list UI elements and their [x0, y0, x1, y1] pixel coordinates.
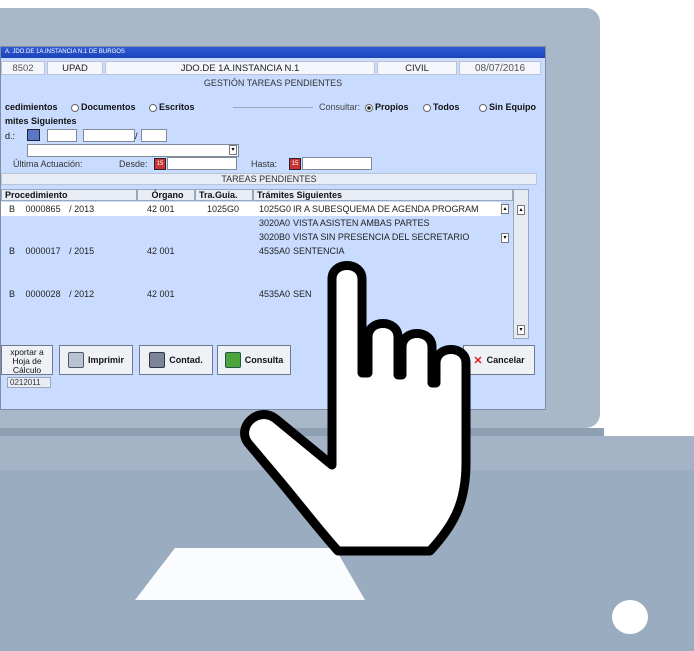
id-label: d.: — [5, 131, 16, 141]
contad-button[interactable]: Contad. — [139, 345, 213, 375]
option-sin-equipo[interactable]: Sin Equipo — [479, 102, 536, 112]
print-button[interactable]: Imprimir — [59, 345, 133, 375]
row-num: 0000017 — [25, 246, 61, 256]
printer-icon — [67, 352, 84, 368]
radio-sin-equipo[interactable] — [479, 103, 487, 112]
row-organo: 42 001 — [147, 204, 175, 214]
search-icon[interactable] — [27, 129, 40, 141]
power-button[interactable] — [612, 600, 648, 634]
divider-line — [233, 107, 313, 108]
tramite-code: 1025G0 — [259, 204, 292, 214]
row-year: / 2012 — [69, 289, 95, 299]
tramites-label: mites Siguientes — [5, 116, 77, 126]
tramite-code: 3020A0 — [259, 218, 291, 228]
row-scroll-up[interactable]: ▴ — [501, 204, 509, 214]
scroll-down-arrow[interactable]: ▾ — [517, 325, 525, 335]
tab-procedimientos-label: cedimientos — [5, 102, 58, 112]
col-tra-guia[interactable]: Tra.Guia. — [195, 189, 253, 201]
table-row[interactable]: B 0000865 / 2013 — [9, 204, 94, 214]
option-propios[interactable]: Propios — [365, 102, 409, 112]
table-row[interactable]: B 0000017 / 2015 — [9, 246, 94, 256]
option-sin-equipo-label: Sin Equipo — [489, 102, 536, 112]
calendar-icon[interactable]: 15 — [154, 158, 166, 170]
row-organo: 42 001 — [147, 246, 175, 256]
col-organo[interactable]: Órgano — [137, 189, 195, 201]
tramite-desc: VISTA ASISTEN AMBAS PARTES — [293, 218, 430, 228]
row-year: / 2015 — [69, 246, 95, 256]
option-todos-label: Todos — [433, 102, 460, 112]
radio-propios[interactable] — [365, 103, 373, 112]
window-title: A. JDO.DE 1A.INSTANCIA N.1 DE BURGOS — [1, 47, 545, 58]
table-row[interactable]: B 0000028 / 2012 — [9, 289, 94, 299]
tab-documentos[interactable]: Documentos — [71, 102, 136, 112]
date-field: 08/07/2016 — [459, 61, 541, 75]
row-num: 0000028 — [25, 289, 61, 299]
desde-input[interactable] — [167, 157, 237, 170]
row-scroll-down[interactable]: ▾ — [501, 233, 509, 243]
contad-label: Contad. — [169, 355, 203, 365]
col-tramites-siguientes[interactable]: Trámites Siguientes — [253, 189, 513, 201]
tramite-select[interactable] — [27, 144, 239, 157]
row-organo: 42 001 — [147, 289, 175, 299]
court-field: JDO.DE 1A.INSTANCIA N.1 — [105, 61, 375, 75]
table-title: TAREAS PENDIENTES — [1, 173, 537, 185]
tramite-code: 3020B0 — [259, 232, 291, 242]
option-todos[interactable]: Todos — [423, 102, 459, 112]
radio-escritos[interactable] — [149, 103, 157, 112]
print-label: Imprimir — [87, 355, 124, 365]
tramite-desc: IR A SUBESQUEMA DE AGENDA PROGRAM — [293, 204, 479, 214]
row-num: 0000865 — [25, 204, 61, 214]
calendar-icon[interactable]: 15 — [289, 158, 301, 170]
tab-escritos-label: Escritos — [159, 102, 195, 112]
hand-pointer-icon — [240, 261, 471, 556]
row-tipo: B — [9, 246, 16, 256]
id-input-2[interactable] — [83, 129, 135, 142]
calculator-icon — [149, 352, 166, 368]
export-spreadsheet-button[interactable]: xportar a Hoja de Cálculo — [1, 345, 53, 375]
status-code: 0212011 — [7, 377, 51, 388]
scroll-up-arrow[interactable]: ▴ — [517, 205, 525, 215]
chevron-down-icon[interactable]: ▾ — [229, 145, 237, 155]
page-subtitle: GESTIÓN TAREAS PENDIENTES — [203, 78, 343, 88]
row-guia: 1025G0 — [207, 204, 240, 214]
option-propios-label: Propios — [375, 102, 409, 112]
tab-procedimientos[interactable]: cedimientos — [5, 102, 58, 112]
hasta-input[interactable] — [302, 157, 372, 170]
radio-todos[interactable] — [423, 103, 431, 112]
unit-field: UPAD — [47, 61, 103, 75]
tramite-desc: VISTA SIN PRESENCIA DEL SECRETARIO — [293, 232, 470, 242]
radio-documentos[interactable] — [71, 103, 79, 112]
id-input-3[interactable] — [141, 129, 167, 142]
row-tipo: B — [9, 289, 16, 299]
row-year: / 2013 — [69, 204, 95, 214]
code-field: 8502 — [1, 61, 45, 75]
consultar-label: Consultar: — [319, 102, 361, 112]
export-label-3: Cálculo — [12, 364, 42, 375]
col-procedimiento[interactable]: Procedimiento — [1, 189, 137, 201]
row-tipo: B — [9, 204, 16, 214]
hasta-label: Hasta: — [251, 159, 278, 169]
slash-sep: / — [135, 131, 138, 141]
ultima-actuacion-label: Última Actuación: — [13, 159, 83, 169]
tab-documentos-label: Documentos — [81, 102, 136, 112]
type-field: CIVIL — [377, 61, 457, 75]
desde-label: Desde: — [119, 159, 148, 169]
id-input-1[interactable] — [47, 129, 77, 142]
tab-escritos[interactable]: Escritos — [149, 102, 195, 112]
